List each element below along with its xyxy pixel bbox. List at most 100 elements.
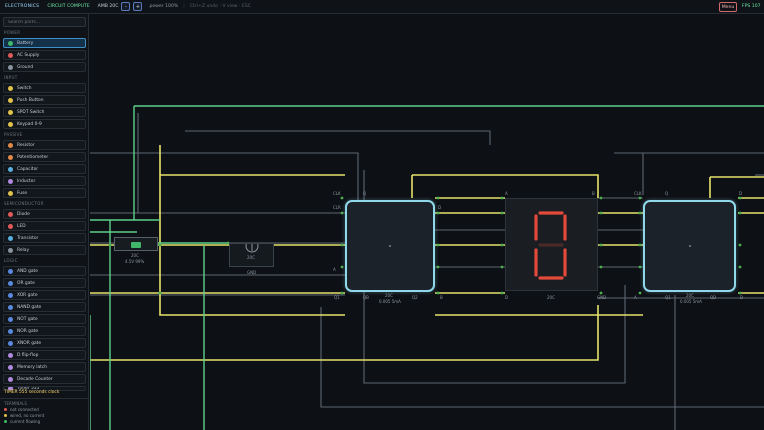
part-ground[interactable]: Ground	[3, 62, 86, 72]
pin-dot	[599, 211, 603, 215]
pin-dot	[500, 196, 504, 200]
menu-button[interactable]: Menu	[719, 2, 737, 12]
pin-dot	[599, 196, 603, 200]
pin-dot	[108, 243, 112, 247]
part-memory-latch[interactable]: Memory latch	[3, 362, 86, 372]
pin-label: Q1	[334, 295, 340, 300]
pin-dot	[738, 291, 742, 295]
battery-temp: 20C	[131, 253, 139, 258]
display-temp: 20C	[547, 295, 555, 300]
legend-current: current flowing	[4, 419, 40, 424]
ambient-decrease-button[interactable]: -	[121, 2, 131, 11]
pin-label: A	[333, 267, 336, 272]
part-spdt-switch[interactable]: SPDT Switch	[3, 107, 86, 117]
part-d-flip-flop[interactable]: D flip-flop	[3, 350, 86, 360]
decade-counter-chip-left[interactable]	[345, 200, 435, 292]
app-title: ELECTRONICS	[5, 4, 40, 9]
parts-sidebar: POWER Battery AC Supply Ground INPUT Swi…	[0, 14, 89, 430]
part-nor-gate[interactable]: NOR gate	[3, 326, 86, 336]
part-keypad[interactable]: Keypad 0-9	[3, 119, 86, 129]
part-and-gate[interactable]: AND gate	[3, 266, 86, 276]
part-relay[interactable]: Relay	[3, 245, 86, 255]
battery-icon	[131, 242, 141, 248]
fps-counter: FPS 107	[742, 4, 761, 9]
decade-counter-icon	[8, 376, 13, 382]
divider	[0, 398, 89, 399]
xnor-gate-icon	[8, 340, 13, 346]
pin-dot	[638, 211, 642, 215]
top-bar: ELECTRONICS CIRCUIT COMPUTE AMB 20C - + …	[0, 0, 764, 14]
chip-temp: 20C	[686, 293, 694, 298]
pin-dot	[638, 196, 642, 200]
part-or-gate[interactable]: OR gate	[3, 278, 86, 288]
part-xor-gate[interactable]: XOR gate	[3, 290, 86, 300]
part-transistor[interactable]: Transistor	[3, 233, 86, 243]
pin-dot	[738, 211, 742, 215]
pin-label: D	[739, 191, 743, 196]
part-not-gate[interactable]: NOT gate	[3, 314, 86, 324]
category-semiconductor: SEMICONDUCTOR	[4, 201, 44, 206]
part-fuse[interactable]: Fuse	[3, 188, 86, 198]
wire	[185, 130, 491, 145]
category-power: POWER	[4, 30, 21, 35]
flip-flop-icon	[8, 352, 13, 358]
transistor-icon	[8, 235, 13, 241]
circuit-canvas[interactable]: 20C 4.5V 99% 20C GND CLK Q CLR D A Q1 QB…	[90, 15, 764, 430]
part-ac-supply[interactable]: AC Supply	[3, 50, 86, 60]
pin-dot	[638, 265, 642, 269]
ground-icon	[8, 64, 13, 70]
seven-segment-digit-icon	[534, 211, 567, 280]
part-inductor[interactable]: Inductor	[3, 176, 86, 186]
pin-label: A	[634, 295, 637, 300]
part-push-button[interactable]: Push Button	[3, 95, 86, 105]
potentiometer-icon	[8, 154, 13, 160]
pin-dot	[500, 243, 504, 247]
pin-label: Q2	[412, 295, 418, 300]
pin-dot	[340, 265, 344, 269]
pin-dot	[340, 211, 344, 215]
pin-label: Q	[363, 191, 367, 196]
part-capacitor[interactable]: Capacitor	[3, 164, 86, 174]
pin-label: Q	[665, 191, 669, 196]
wire	[90, 152, 359, 245]
part-diode[interactable]: Diode	[3, 209, 86, 219]
part-battery[interactable]: Battery	[3, 38, 86, 48]
part-nand-gate[interactable]: NAND gate	[3, 302, 86, 312]
pin-dot	[158, 291, 162, 295]
inductor-icon	[8, 178, 13, 184]
chip-reading: 0.005 5mA	[379, 299, 401, 304]
shortcut-hint: Ctrl+Z undo · V view · ESC	[189, 4, 251, 9]
not-gate-icon	[8, 316, 13, 322]
part-resistor[interactable]: Resistor	[3, 140, 86, 150]
pin-label: B	[440, 295, 443, 300]
part-switch[interactable]: Switch	[3, 83, 86, 93]
battery-component[interactable]	[114, 237, 158, 251]
pin-dot	[638, 243, 642, 247]
parts-search-input[interactable]	[3, 17, 86, 27]
category-input: INPUT	[4, 75, 18, 80]
decade-counter-chip-right[interactable]	[643, 200, 736, 292]
part-decade-counter[interactable]: Decade Counter	[3, 374, 86, 384]
spdt-switch-icon	[8, 109, 13, 115]
pin-dot	[599, 265, 603, 269]
legend-not-connected: not connected	[4, 407, 39, 412]
part-potentiometer[interactable]: Potentiometer	[3, 152, 86, 162]
part-led[interactable]: LED	[3, 221, 86, 231]
memory-latch-icon	[8, 364, 13, 370]
pin-label: D	[505, 295, 509, 300]
mode-label[interactable]: CIRCUIT COMPUTE	[47, 4, 89, 9]
legend-title: TERMINALS	[4, 401, 27, 406]
pin-label: QD	[710, 295, 717, 300]
ambient-increase-button[interactable]: +	[133, 2, 143, 11]
pin-dot	[599, 291, 603, 295]
ambient-temp: AMB 20C	[97, 4, 119, 9]
category-passive: PASSIVE	[4, 132, 23, 137]
part-xnor-gate[interactable]: XNOR gate	[3, 338, 86, 348]
pin-label: CLK	[333, 191, 341, 196]
seven-segment-display[interactable]	[505, 198, 598, 291]
pin-label: B	[592, 191, 595, 196]
wire	[90, 305, 599, 361]
pin-dot	[500, 211, 504, 215]
relay-icon	[8, 247, 13, 253]
led-icon	[8, 223, 13, 229]
